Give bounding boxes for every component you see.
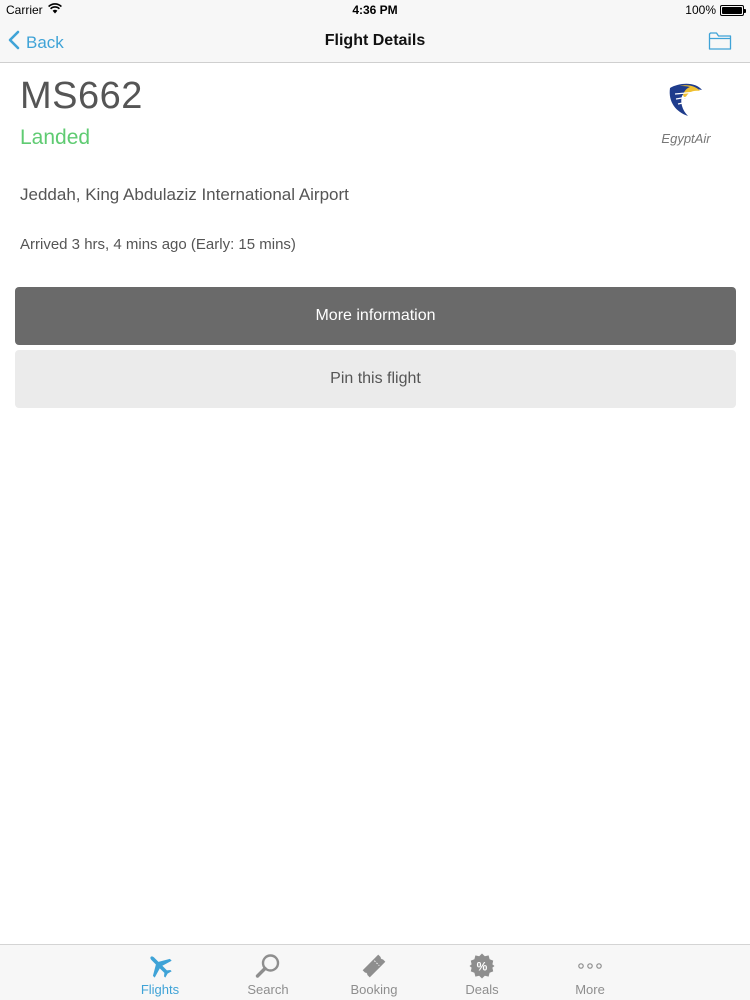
battery-icon	[720, 4, 746, 16]
battery-percent: 100%	[685, 3, 716, 17]
tab-search[interactable]: Search	[228, 945, 308, 1000]
arrival-airport: Jeddah, King Abdulaziz International Air…	[20, 185, 349, 204]
tab-flights-label: Flights	[140, 982, 180, 997]
tab-deals[interactable]: % Deals	[442, 945, 522, 1000]
percent-badge-icon: %	[468, 951, 496, 981]
airplane-icon	[145, 951, 175, 981]
chevron-left-icon	[8, 30, 20, 55]
pin-flight-button[interactable]: Pin this flight	[15, 350, 736, 408]
tab-booking[interactable]: Booking	[334, 945, 414, 1000]
tab-booking-label: Booking	[350, 982, 398, 997]
navigation-bar: Back Flight Details	[0, 22, 750, 63]
more-information-button[interactable]: More information	[15, 287, 736, 345]
status-time: 4:36 PM	[352, 3, 398, 17]
tab-more[interactable]: More	[550, 945, 630, 1000]
tab-more-label: More	[575, 982, 605, 997]
arrival-status: Arrived 3 hrs, 4 mins ago (Early: 15 min…	[20, 236, 296, 253]
more-information-label: More information	[315, 307, 436, 324]
ticket-icon	[360, 951, 388, 981]
folder-icon[interactable]	[708, 31, 732, 56]
airline-name: EgyptAir	[661, 131, 711, 146]
pin-flight-label: Pin this flight	[330, 370, 421, 387]
search-icon	[254, 951, 282, 981]
status-right: 100%	[685, 3, 746, 17]
tab-search-label: Search	[247, 982, 289, 997]
svg-text:%: %	[477, 960, 488, 974]
back-button[interactable]: Back	[8, 30, 64, 55]
status-bar: Carrier 4:36 PM 100%	[0, 0, 750, 22]
airline-logo-icon	[666, 80, 704, 123]
tab-deals-label: Deals	[465, 982, 499, 997]
flight-status: Landed	[20, 126, 91, 149]
flight-number: MS662	[20, 75, 143, 117]
more-dots-icon	[576, 951, 604, 981]
page-title: Flight Details	[324, 32, 426, 49]
tab-bar: Flights Search Booking % Deals More	[0, 944, 750, 1000]
tab-flights[interactable]: Flights	[120, 945, 200, 1000]
back-label: Back	[26, 32, 64, 52]
